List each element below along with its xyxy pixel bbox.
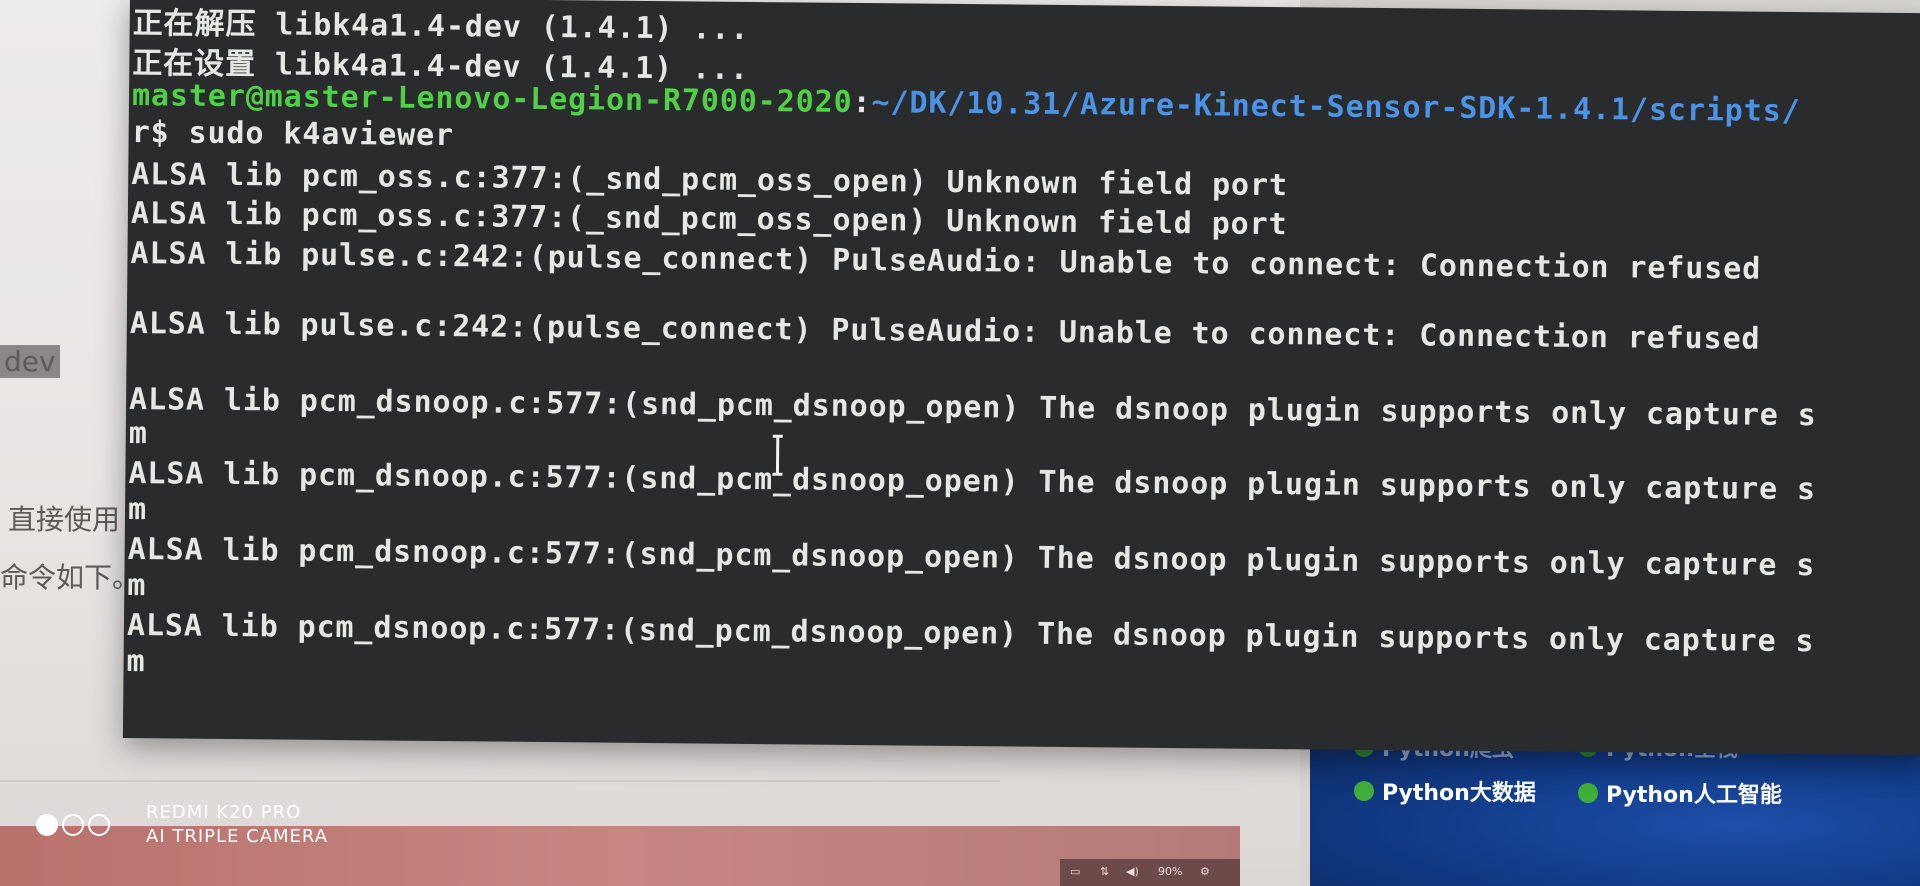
terminal-output-line: ALSA lib pcm_dsnoop.c:577:(snd_pcm_dsnoo… (126, 608, 1815, 660)
tag-python-bigdata[interactable]: Python大数据 (1354, 775, 1536, 807)
terminal-output-wrap: m (127, 492, 148, 528)
terminal-output-line: ALSA lib pcm_dsnoop.c:577:(snd_pcm_dsnoo… (128, 382, 1817, 434)
green-dot-icon (1578, 783, 1598, 803)
settings-icon: ⚙ (1200, 865, 1210, 878)
terminal-output-line: ALSA lib pcm_oss.c:377:(_snd_pcm_oss_ope… (130, 196, 1288, 243)
prompt-separator: : (852, 84, 872, 121)
window-icon: ▭ (1070, 865, 1081, 878)
terminal-output-line: ALSA lib pcm_dsnoop.c:577:(snd_pcm_dsnoo… (127, 532, 1816, 584)
terminal-command: r$ sudo k4aviewer (131, 115, 455, 154)
code-fragment-dev: dev (0, 345, 60, 378)
volume-icon: ◀) (1126, 865, 1139, 878)
terminal-window[interactable]: 正在解压 libk4a1.4-dev (1.4.1) ... 正在设置 libk… (122, 0, 1920, 756)
terminal-output-line: ALSA lib pcm_oss.c:377:(_snd_pcm_oss_ope… (131, 157, 1289, 204)
terminal-output-wrap: m (126, 643, 146, 680)
prompt-user-host: master@master-Lenovo-Legion-R7000-2020 (131, 78, 853, 120)
prompt-path: ~/DK/10.31/Azure-Kinect-Sensor-SDK-1.4.1… (871, 85, 1801, 130)
green-dot-icon (1354, 781, 1374, 801)
text-cursor-icon (772, 434, 783, 476)
divider (0, 780, 1000, 782)
watermark-model: REDMI K20 PRO (146, 802, 302, 823)
terminal-output-line: ALSA lib pcm_dsnoop.c:577:(snd_pcm_dsnoo… (128, 456, 1817, 508)
terminal-output-line: ALSA lib pulse.c:242:(pulse_connect) Pul… (130, 236, 1762, 287)
text-fragment-direct-use: 直接使用 (8, 503, 121, 536)
battery-status: 90% (1158, 865, 1183, 878)
triple-camera-rings-icon (36, 814, 110, 836)
text-fragment-command: 命令如下。 (0, 561, 141, 594)
network-icon: ⇅ (1100, 865, 1110, 878)
terminal-output-wrap: m (127, 568, 147, 604)
course-tags-panel: Python爬虫 Python全栈 Python大数据 Python人工智能 (1310, 735, 1920, 886)
watermark-camera: AI TRIPLE CAMERA (146, 826, 329, 847)
terminal-output-line: ALSA lib pulse.c:242:(pulse_connect) Pul… (129, 306, 1761, 357)
tag-python-ai[interactable]: Python人工智能 (1578, 777, 1782, 809)
terminal-output-wrap: m (128, 416, 148, 452)
system-tray[interactable]: ▭ ⇅ ◀) 90% ⚙ (1060, 859, 1240, 886)
